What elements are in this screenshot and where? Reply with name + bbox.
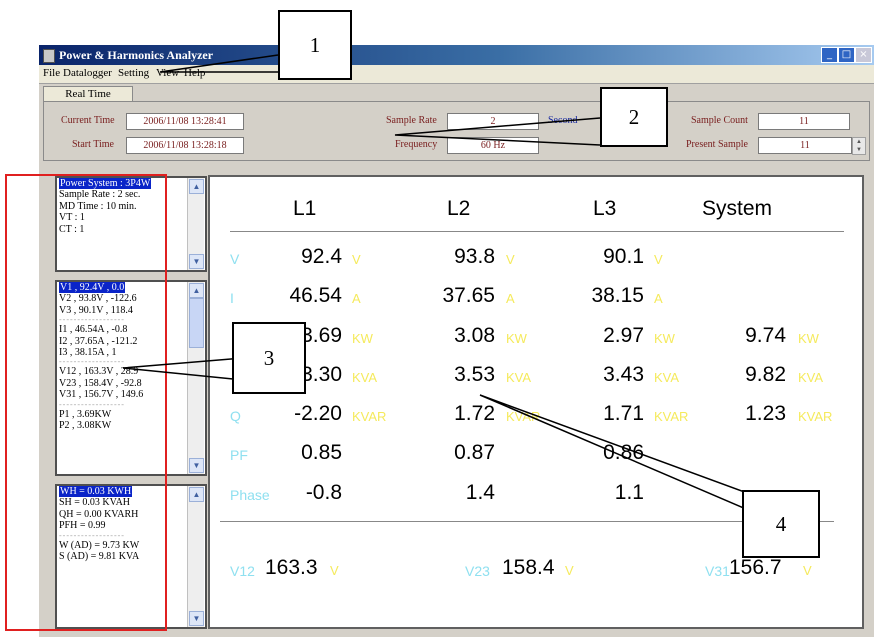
callout-1: 1 <box>278 10 352 80</box>
callout-2: 2 <box>600 87 668 147</box>
callout-3: 3 <box>232 322 306 394</box>
callout-4: 4 <box>742 490 820 558</box>
